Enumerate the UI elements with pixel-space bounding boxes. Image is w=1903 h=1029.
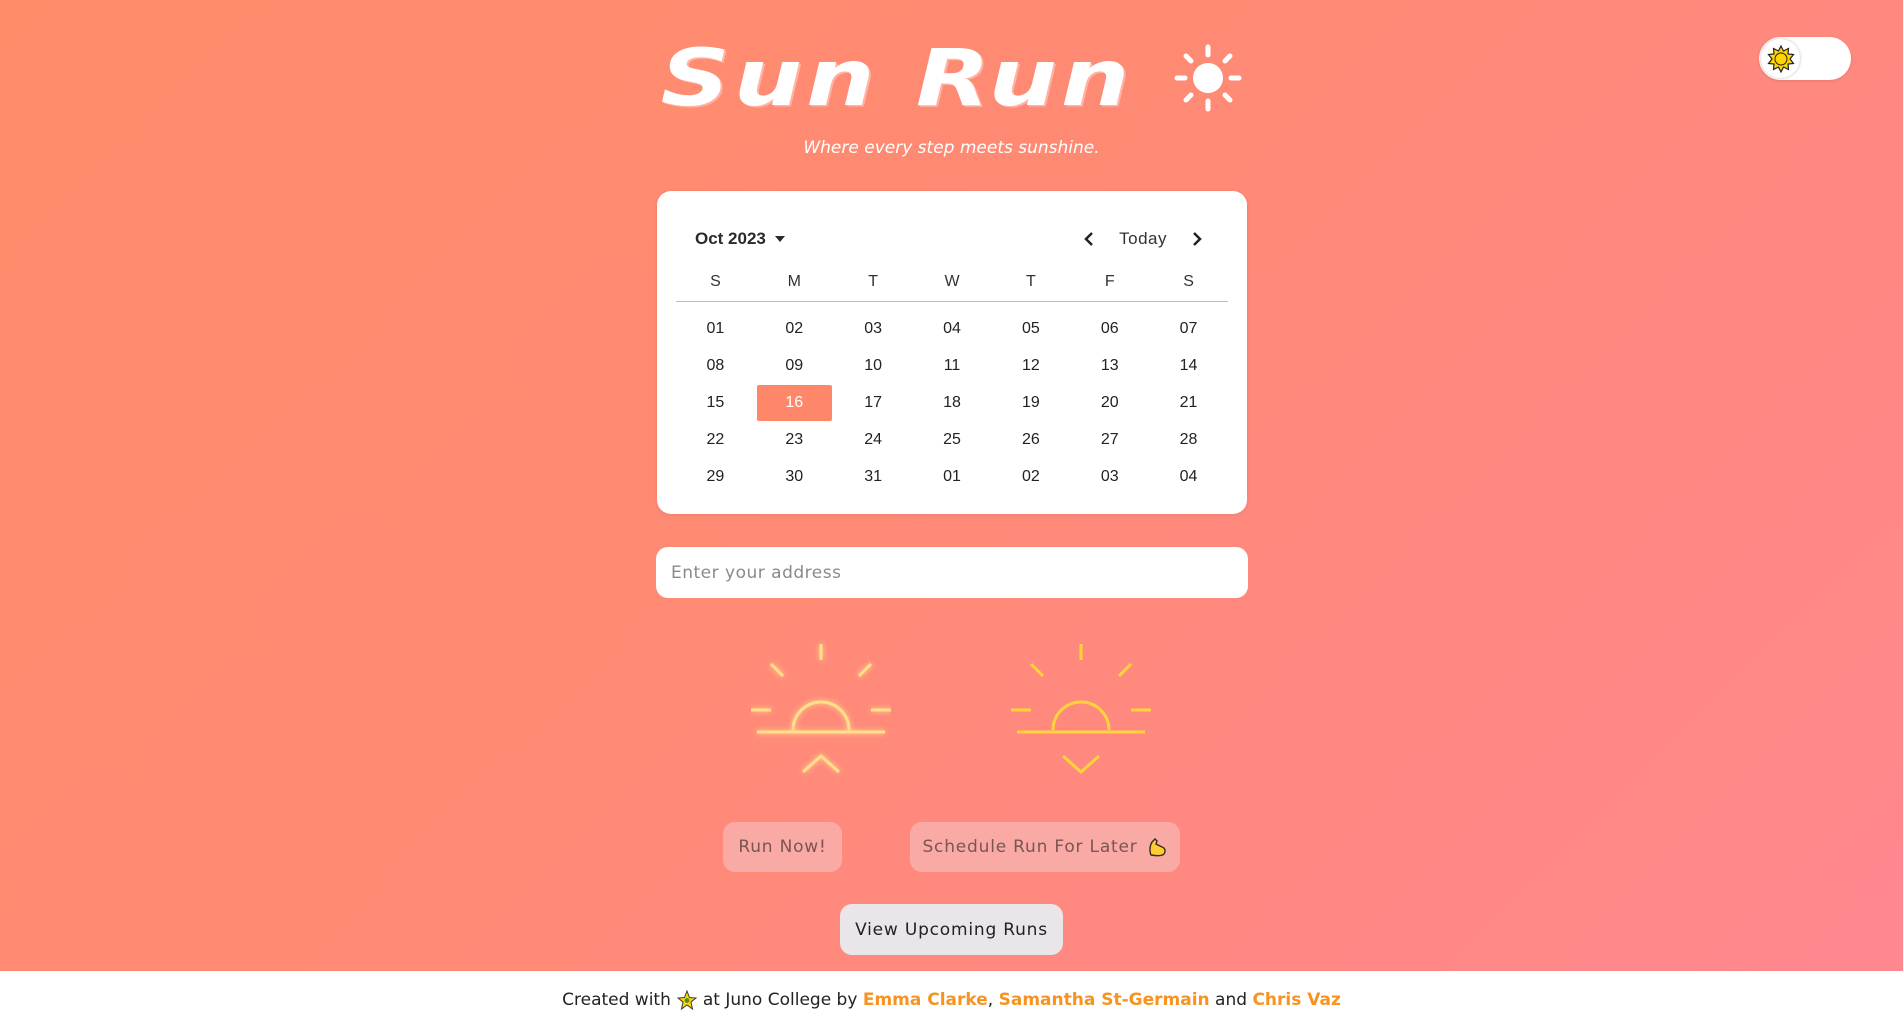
day-cell[interactable]: 03 [836, 311, 911, 348]
chevron-left-icon[interactable] [1077, 227, 1101, 251]
footer-and: and [1215, 990, 1248, 1010]
app-root: Sun Run Where every step meets sunshine. [0, 0, 1903, 971]
sparkle-star-icon [676, 990, 697, 1010]
view-upcoming-runs-button[interactable]: View Upcoming Runs [840, 904, 1063, 955]
footer-at: at Juno College by [702, 990, 858, 1010]
day-cell[interactable]: 13 [1072, 348, 1147, 385]
day-cell[interactable]: 29 [678, 458, 753, 495]
sun-icon [1766, 44, 1795, 73]
sun-logo-icon [1174, 44, 1242, 112]
day-cell[interactable]: 25 [915, 421, 990, 458]
day-cell[interactable]: 06 [1072, 311, 1147, 348]
flexed-arm-icon [1146, 836, 1168, 858]
day-cell[interactable]: 19 [993, 385, 1068, 422]
sunrise-icon[interactable] [751, 640, 891, 782]
day-cell[interactable]: 04 [915, 311, 990, 348]
weekday-label: M [787, 273, 801, 290]
schedule-run-label: Schedule Run For Later [922, 837, 1138, 857]
day-cell[interactable]: 17 [836, 385, 911, 422]
day-cell[interactable]: 09 [757, 348, 832, 385]
day-cell[interactable]: 05 [993, 311, 1068, 348]
footer-created-with: Created with [562, 990, 671, 1010]
day-cell[interactable]: 07 [1151, 311, 1226, 348]
day-cell[interactable]: 31 [836, 458, 911, 495]
caret-down-icon [774, 236, 785, 242]
theme-toggle[interactable] [1759, 37, 1851, 80]
day-cell[interactable]: 26 [993, 421, 1068, 458]
weekday-label: F [1104, 273, 1115, 290]
weekday-header: S M T W T F S [676, 265, 1228, 302]
day-cell[interactable]: 18 [915, 385, 990, 422]
day-cell-selected[interactable]: 16 [756, 384, 832, 422]
day-cell[interactable]: 14 [1151, 348, 1226, 385]
day-cell[interactable]: 12 [993, 348, 1068, 385]
day-cell[interactable]: 24 [836, 421, 911, 458]
weekday-label: T [1025, 273, 1036, 290]
calendar: Oct 2023 Today S M T W T F S 01 02 03 04 05 0… [657, 191, 1247, 514]
calendar-nav: Today [1077, 227, 1209, 251]
weekday-label: S [710, 273, 721, 290]
day-cell[interactable]: 23 [757, 421, 832, 458]
day-cell[interactable]: 22 [678, 421, 753, 458]
day-cell[interactable]: 30 [757, 458, 832, 495]
day-cell[interactable]: 28 [1151, 421, 1226, 458]
sunset-icon[interactable] [1011, 640, 1151, 782]
day-cell[interactable]: 11 [915, 348, 990, 385]
chevron-right-icon[interactable] [1185, 227, 1209, 251]
header: Sun Run [0, 30, 1903, 126]
author-link-emma[interactable]: Emma Clarke [863, 990, 988, 1010]
month-selector[interactable]: Oct 2023 [695, 229, 785, 249]
day-cell[interactable]: 01 [915, 458, 990, 495]
tagline: Where every step meets sunshine. [803, 138, 1100, 158]
run-now-button[interactable]: Run Now! [723, 822, 842, 872]
day-cell[interactable]: 10 [836, 348, 911, 385]
month-label: Oct 2023 [695, 229, 766, 248]
author-link-samantha[interactable]: Samantha St-Germain [999, 990, 1210, 1010]
day-cell[interactable]: 02 [993, 458, 1068, 495]
weekday-label: T [868, 273, 879, 290]
weekday-label: S [1183, 273, 1194, 290]
toggle-knob[interactable] [1761, 39, 1800, 78]
day-cell[interactable]: 15 [678, 385, 753, 422]
app-title: Sun Run [660, 32, 1134, 124]
day-cell[interactable]: 01 [678, 311, 753, 348]
day-cell[interactable]: 03 [1072, 458, 1147, 495]
day-cell[interactable]: 08 [678, 348, 753, 385]
day-cell[interactable]: 20 [1072, 385, 1147, 422]
today-button[interactable]: Today [1119, 229, 1167, 249]
schedule-run-button[interactable]: Schedule Run For Later [910, 822, 1180, 872]
author-link-chris[interactable]: Chris Vaz [1252, 990, 1340, 1010]
day-cell[interactable]: 02 [757, 311, 832, 348]
address-input[interactable] [656, 547, 1248, 598]
weekday-label: W [944, 273, 960, 290]
day-cell[interactable]: 04 [1151, 458, 1226, 495]
day-cell[interactable]: 21 [1151, 385, 1226, 422]
day-grid: 01 02 03 04 05 06 07 08 09 10 11 12 13 14 15 16 17 18 19 20… [676, 311, 1228, 495]
footer: Created with at Juno College by Emma Cla… [0, 971, 1903, 1029]
day-cell[interactable]: 27 [1072, 421, 1147, 458]
